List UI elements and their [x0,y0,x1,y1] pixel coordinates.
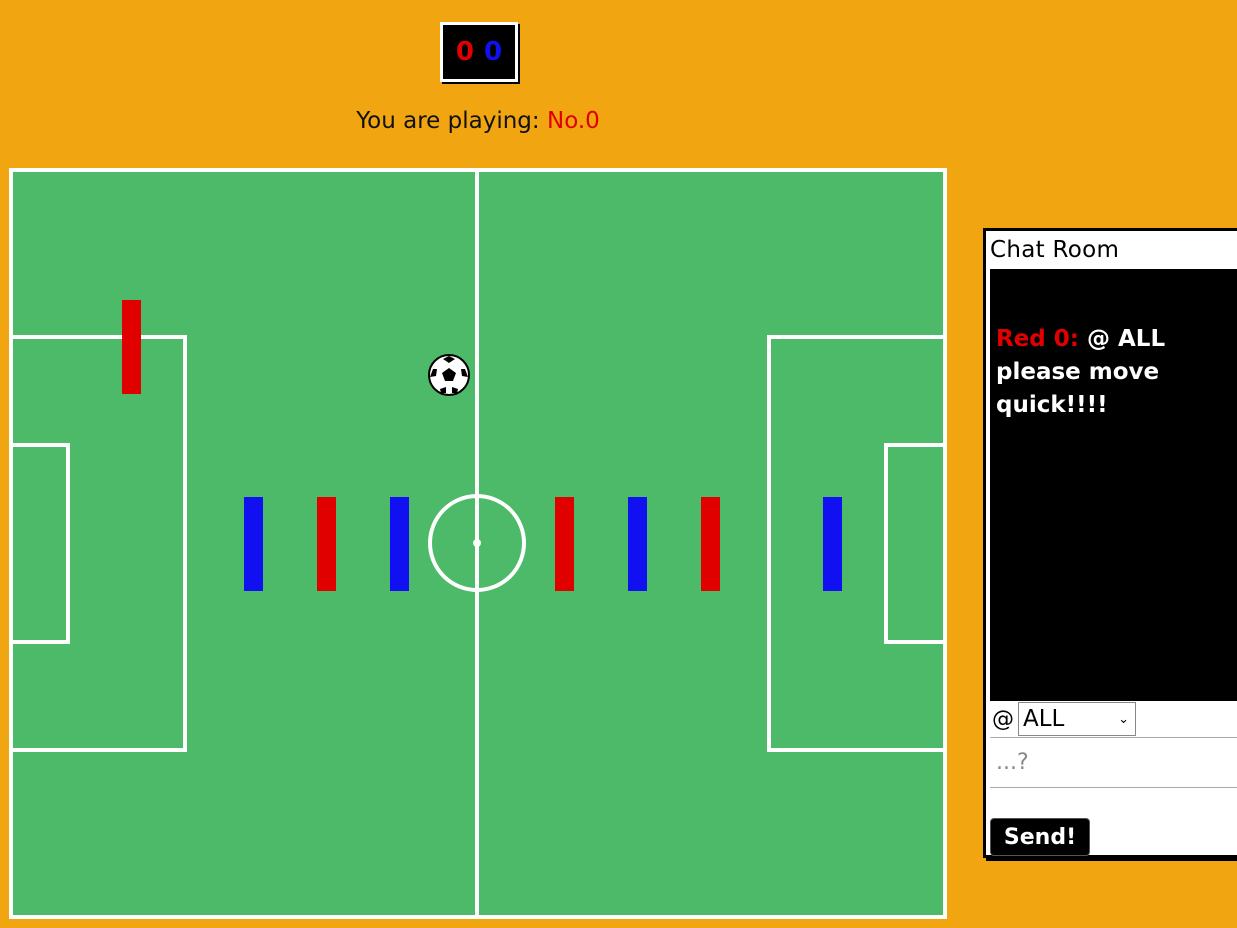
chat-log[interactable]: Red 0: @ ALL please move quick!!!! [990,269,1237,701]
chat-target-select[interactable]: ALL ⌄ [1018,702,1136,736]
pitch-canvas [9,168,947,919]
blue-player [244,497,263,591]
chat-room: Chat Room Red 0: @ ALL please move quick… [983,228,1237,858]
chat-title: Chat Room [990,237,1120,263]
send-button[interactable]: Send! [990,818,1090,856]
chat-target-row: @ ALL ⌄ [990,701,1237,738]
red-player-goalkeeper [122,300,141,394]
red-player [701,497,720,591]
red-score: 0 [455,37,474,67]
red-player [317,497,336,591]
player-id: No.0 [546,108,600,134]
center-spot [473,539,481,547]
chevron-down-icon: ⌄ [1118,711,1129,727]
at-sign-label: @ [992,706,1014,732]
chat-message-author: Red 0: [996,326,1079,352]
blue-player [390,497,409,591]
soccer-ball-icon [428,354,470,396]
blue-player-goalkeeper [823,497,842,591]
game-field[interactable] [9,168,947,919]
blue-player [628,497,647,591]
player-status-prefix: You are playing: [356,108,547,134]
red-player [555,497,574,591]
blue-score: 0 [484,37,503,67]
scoreboard: 0 0 [440,22,518,82]
chat-target-value: ALL [1023,706,1065,732]
player-status: You are playing: No.0 [0,108,956,134]
chat-message: Red 0: @ ALL please move quick!!!! [996,323,1226,422]
chat-message-input[interactable] [990,738,1237,788]
